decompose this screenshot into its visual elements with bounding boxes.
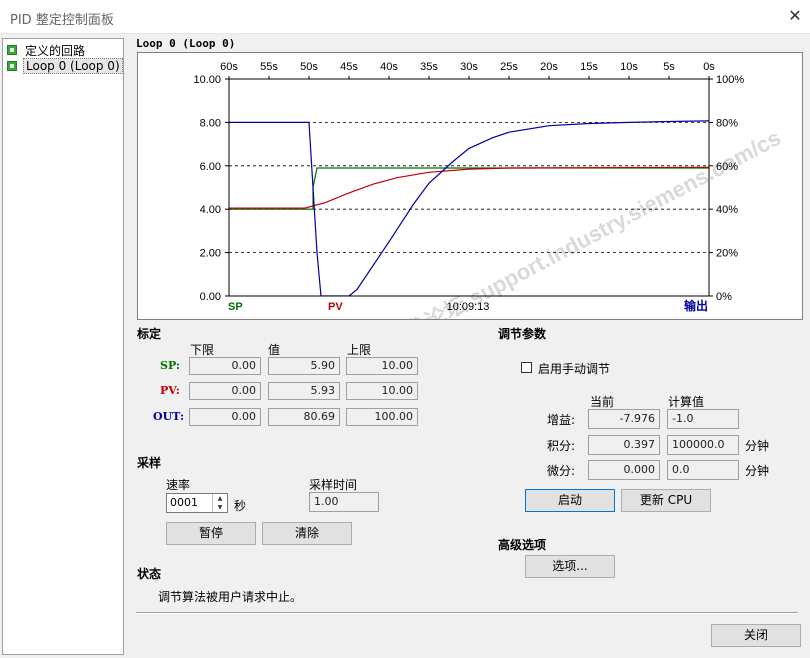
integral-calculated-field: 100000.0 [667, 435, 739, 455]
pv-high-field[interactable]: 10.00 [346, 382, 418, 400]
left-tick-label: 8.00 [200, 117, 221, 129]
close-button[interactable]: 关闭 [711, 624, 801, 647]
out-low-field[interactable]: 0.00 [189, 408, 261, 426]
sample-rate-label: 速率 [166, 478, 191, 492]
left-tick-label: 2.00 [200, 248, 221, 260]
window-title: PID 整定控制面板 [10, 13, 114, 28]
clear-button[interactable]: 清除 [262, 522, 352, 545]
time-tick-label: 55s [260, 61, 278, 73]
calibration-value-header: 值 [268, 343, 281, 357]
gain-current-field: -7.976 [588, 409, 660, 429]
sp-high-field[interactable]: 10.00 [346, 357, 418, 375]
legend-output-label: 输出 [684, 298, 708, 313]
integral-current-field: 0.397 [588, 435, 660, 455]
time-tick-label: 0s [703, 61, 715, 73]
right-tick-label: 60% [716, 161, 738, 173]
time-tick-label: 20s [540, 61, 558, 73]
time-tick-label: 30s [460, 61, 478, 73]
left-tick-label: 10.00 [193, 74, 221, 86]
derivative-current-field: 0.000 [588, 460, 660, 480]
tuning-heading: 调节参数 [498, 327, 547, 341]
time-tick-label: 15s [580, 61, 598, 73]
start-button[interactable]: 启动 [525, 489, 615, 512]
sp-low-field[interactable]: 0.00 [189, 357, 261, 375]
pv-label: PV: [160, 384, 180, 397]
manual-tuning-checkbox[interactable] [521, 362, 532, 373]
out-label: OUT: [153, 410, 185, 423]
spin-down-icon[interactable]: ▼ [213, 503, 227, 512]
loop-tree[interactable]: 定义的回路 Loop 0 (Loop 0) [2, 38, 124, 655]
time-tick-label: 35s [420, 61, 438, 73]
trend-chart-svg: 西门子工业 技术论坛 support.industry.siemens.com/… [193, 61, 784, 410]
derivative-calculated-field: 0.0 [667, 460, 739, 480]
time-tick-label: 40s [380, 61, 398, 73]
status-heading: 状态 [137, 567, 162, 581]
sampling-heading: 采样 [137, 456, 162, 470]
time-tick-label: 60s [220, 61, 238, 73]
calibration-heading: 标定 [137, 327, 162, 341]
sp-label: SP: [160, 359, 180, 372]
advanced-heading: 高级选项 [498, 538, 547, 552]
out-high-field[interactable]: 100.00 [346, 408, 418, 426]
calibration-low-header: 下限 [190, 343, 215, 357]
gain-label: 增益: [547, 413, 576, 427]
footer-separator [136, 612, 798, 614]
time-tick-label: 5s [663, 61, 675, 73]
sample-rate-spinner[interactable]: 0001 ▲ ▼ [166, 493, 228, 513]
trend-graph: 西门子工业 技术论坛 support.industry.siemens.com/… [137, 52, 803, 410]
left-tick-label: 4.00 [200, 204, 221, 216]
calibration-high-header: 上限 [347, 343, 372, 357]
right-tick-label: 20% [716, 248, 738, 260]
pause-button[interactable]: 暂停 [166, 522, 256, 545]
tree-item-label: 定义的回路 [25, 44, 86, 58]
out-value-field: 80.69 [268, 408, 340, 426]
sample-rate-value: 0001 [170, 496, 198, 509]
sample-rate-unit: 秒 [234, 499, 247, 513]
update-cpu-button[interactable]: 更新 CPU [621, 489, 711, 512]
legend-sp-label: SP [228, 301, 243, 313]
time-tick-label: 25s [500, 61, 518, 73]
time-tick-label: 45s [340, 61, 358, 73]
integral-label: 积分: [547, 439, 576, 453]
timestamp-label: 10:09:13 [447, 301, 490, 313]
options-button[interactable]: 选项... [525, 555, 615, 578]
current-header: 当前 [590, 395, 615, 409]
sample-time-field: 1.00 [309, 492, 379, 512]
right-tick-label: 0% [716, 291, 732, 303]
right-tick-label: 100% [716, 74, 744, 86]
right-tick-label: 40% [716, 204, 738, 216]
manual-tuning-label: 启用手动调节 [538, 362, 611, 376]
title-bar: PID 整定控制面板 ✕ [0, 0, 810, 34]
pv-value-field: 5.93 [268, 382, 340, 400]
left-tick-label: 6.00 [200, 161, 221, 173]
graph-title: Loop 0 (Loop 0) [136, 37, 236, 50]
sample-time-label: 采样时间 [309, 478, 358, 492]
sp-value-field: 5.90 [268, 357, 340, 375]
integral-unit: 分钟 [745, 439, 770, 453]
pv-low-field[interactable]: 0.00 [189, 382, 261, 400]
status-message: 调节算法被用户请求中止。 [158, 590, 303, 604]
gain-calculated-field: -1.0 [667, 409, 739, 429]
calculated-header: 计算值 [668, 395, 705, 409]
legend-pv-label: PV [328, 301, 343, 313]
derivative-label: 微分: [547, 464, 576, 478]
loop-icon [7, 61, 17, 71]
right-tick-label: 80% [716, 117, 738, 129]
time-tick-label: 10s [620, 61, 638, 73]
left-tick-label: 0.00 [200, 291, 221, 303]
derivative-unit: 分钟 [745, 464, 770, 478]
spin-up-icon[interactable]: ▲ [213, 494, 227, 503]
time-tick-label: 50s [300, 61, 318, 73]
loop-folder-icon [7, 45, 17, 55]
close-window-icon[interactable]: ✕ [785, 6, 805, 26]
tree-item-label: Loop 0 (Loop 0) [23, 58, 123, 74]
